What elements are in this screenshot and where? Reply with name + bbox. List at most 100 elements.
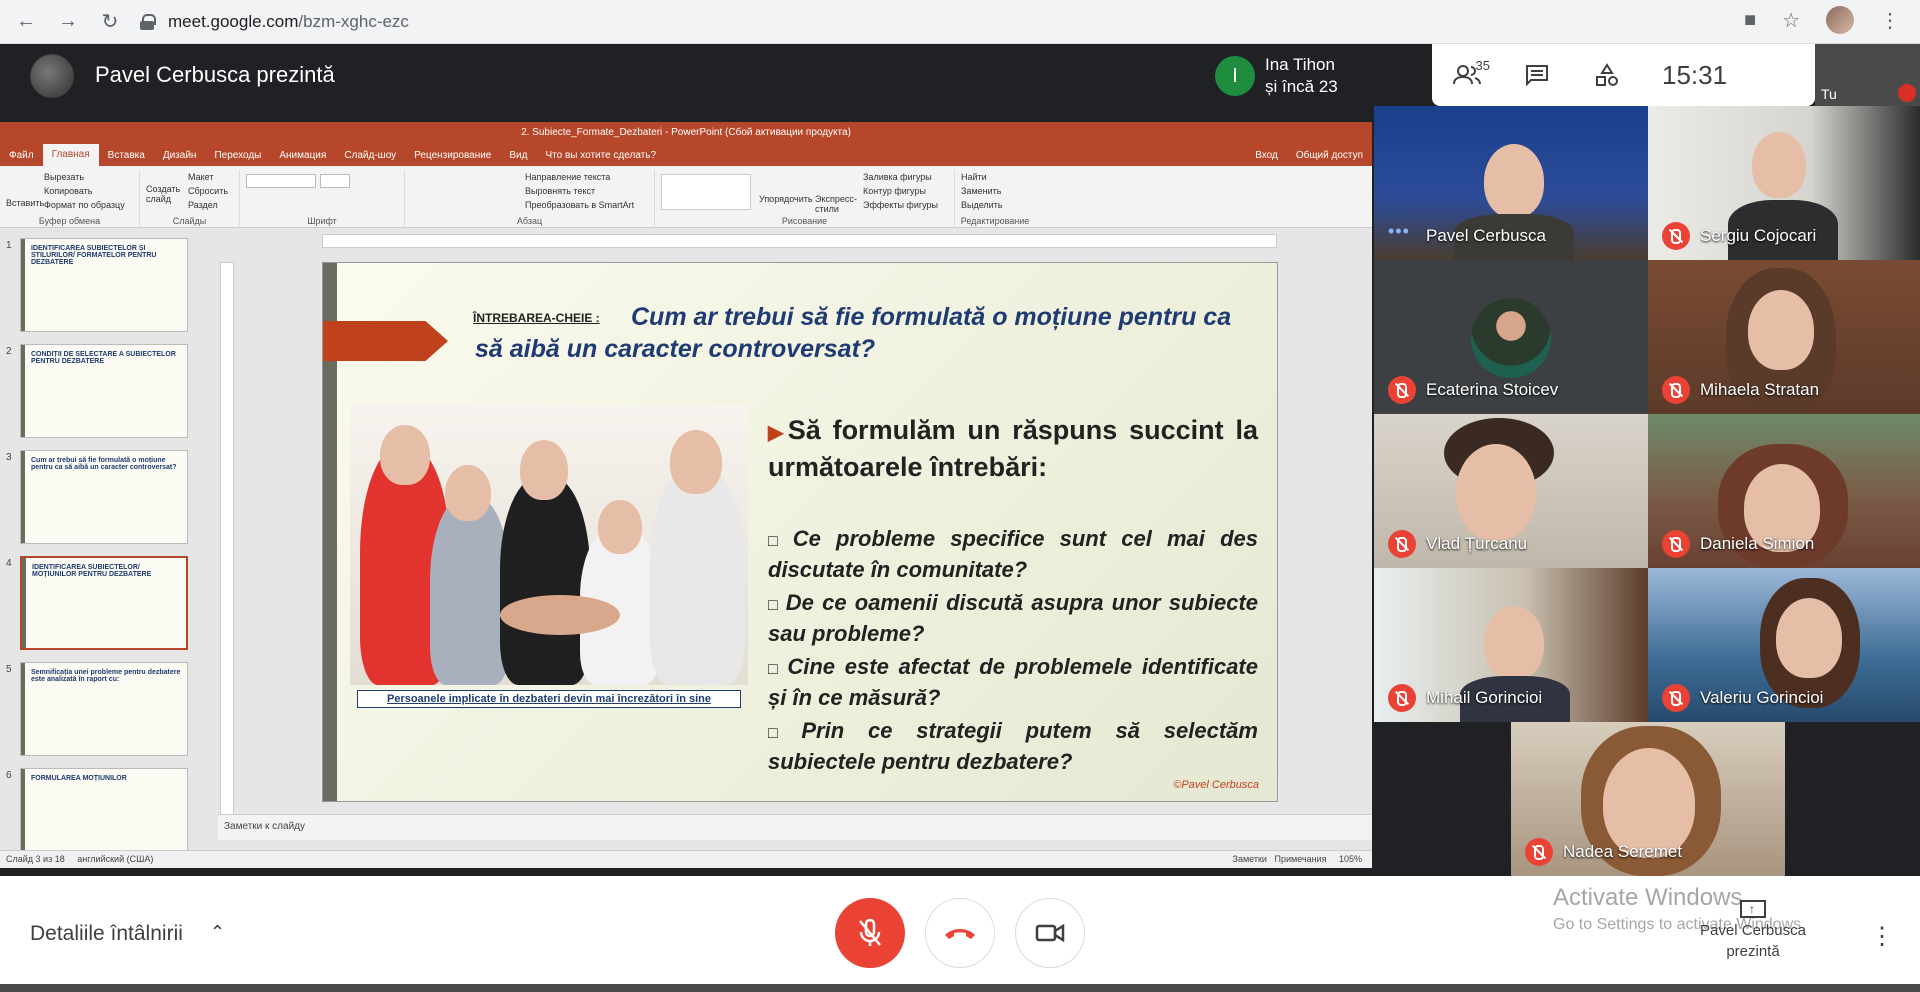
shapes-gallery[interactable] [661,174,751,210]
mic-off-icon [1388,376,1416,404]
thumb-number: 3 [6,452,12,463]
font-name-dropdown[interactable] [246,174,316,188]
ppt-menu-review[interactable]: Рецензирование [405,150,500,161]
mic-off-icon [1662,530,1690,558]
participant-tile[interactable]: Mihail Gorincioi [1374,568,1648,722]
chevron-up-icon[interactable]: ⌃ [210,922,225,943]
reload-icon[interactable]: ↻ [94,6,126,38]
participant-tile[interactable]: Daniela Simion [1648,414,1920,568]
back-icon[interactable]: ← [10,6,42,38]
thumb-title: CONDIȚII DE SELECTARE A SUBIECTELOR PENT… [31,351,176,365]
participant-tile[interactable]: Valeriu Gorincioi [1648,568,1920,722]
participant-name: Pavel Cerbusca [1426,226,1547,245]
participant-name: Ecaterina Stoicev [1426,380,1559,399]
question-item: □ Ce probleme specifice sunt cel mai des … [768,525,1258,584]
comments-toggle[interactable]: Примечания [1274,854,1326,864]
paste-button[interactable]: Вставить [6,198,44,208]
cut-button[interactable]: Вырезать [44,172,84,182]
participant-tile[interactable]: Ecaterina Stoicev [1374,260,1648,414]
quick-styles-button[interactable]: Экспресс-стили [815,194,861,214]
ppt-menu-transitions[interactable]: Переходы [205,150,270,161]
ppt-menu-home[interactable]: Главная [42,144,99,166]
camera-toggle-button[interactable] [1015,898,1085,968]
ppt-menu-design[interactable]: Дизайн [154,150,206,161]
slide-thumbnail-selected[interactable]: IDENTIFICAREA SUBIECTELOR/ MOȚIUNILOR PE… [20,556,188,650]
self-label: Tu [1821,86,1837,102]
section-button[interactable]: Раздел [188,200,218,210]
speaking-indicator-icon: ••• [1388,221,1410,241]
ppt-menu-file[interactable]: Файл [0,150,43,161]
more-options-icon[interactable]: ⋮ [1870,922,1894,951]
notes-toggle[interactable]: Заметки [1233,854,1267,864]
zoom-level[interactable]: 105% [1339,854,1362,864]
camera-indicator-icon[interactable]: ■ [1744,9,1756,32]
text-direction-button[interactable]: Направление текста [525,172,610,182]
windows-taskbar [0,984,1920,992]
arrange-button[interactable]: Упорядочить [759,194,813,204]
find-button[interactable]: Найти [961,172,987,182]
participant-name: Mihaela Stratan [1700,380,1820,399]
profile-avatar[interactable] [1826,6,1854,34]
participant-tile[interactable]: Sergiu Cojocari [1648,106,1920,260]
joined-avatar: I [1215,56,1255,96]
replace-button[interactable]: Заменить [961,186,1001,196]
bookmark-star-icon[interactable]: ☆ [1782,8,1800,33]
slide-thumbnail[interactable]: Semnificația unei probleme pentru dezbat… [20,662,188,756]
align-text-button[interactable]: Выровнять текст [525,186,595,196]
current-slide[interactable]: ÎNTREBAREA-CHEIE : Cum ar trebui să fie … [322,262,1278,802]
language-status[interactable]: английский (США) [77,854,153,864]
ribbon-paragraph: Направление текста Выровнять текст Преоб… [405,170,655,228]
ppt-menu-animation[interactable]: Анимация [270,150,335,161]
smartart-button[interactable]: Преобразовать в SmartArt [525,200,634,210]
copy-button[interactable]: Копировать [44,186,92,196]
slide-arrow-shape [323,321,448,361]
leave-call-button[interactable] [925,898,995,968]
self-video-tile[interactable]: Tu [1815,44,1920,106]
question-text: De ce oamenii discută asupra unor subiec… [768,590,1259,646]
chrome-menu-icon[interactable]: ⋮ [1880,8,1900,33]
participants-count: 35 [1475,58,1490,73]
self-mic-off-icon [1898,84,1916,102]
ppt-menu-insert[interactable]: Вставка [99,150,154,161]
ppt-signin[interactable]: Вход [1246,150,1287,161]
slide-thumbnail[interactable]: CONDIȚII DE SELECTARE A SUBIECTELOR PENT… [20,344,188,438]
question-item: □ Prin ce strategii putem să selectăm sub… [768,717,1258,776]
shape-outline-button[interactable]: Контур фигуры [863,186,926,196]
checkbox-bullet-icon: □ [768,597,780,614]
reset-button[interactable]: Сбросить [188,186,228,196]
ppt-window-title: 2. Subiecte_Formate_Dezbateri - PowerPoi… [0,122,1372,144]
thumb-number: 4 [6,558,12,569]
participant-joined-notice: I Ina Tihon și încă 23 [1215,50,1355,102]
horizontal-ruler [322,234,1277,248]
slide-thumbnail[interactable]: IDENTIFICAREA SUBIECTELOR ȘI STILURILOR/… [20,238,188,332]
slide-thumbnail[interactable]: Cum ar trebui să fie formulată o moțiune… [20,450,188,544]
mic-off-icon [1388,530,1416,558]
shape-effects-button[interactable]: Эффекты фигуры [863,200,938,210]
people-button[interactable]: 35 [1432,44,1502,106]
meeting-details-button[interactable]: Detaliile întâlnirii [30,922,183,946]
shape-fill-button[interactable]: Заливка фигуры [863,172,932,182]
slide-thumbnail[interactable]: FORMULAREA MOȚIUNILOR [20,768,188,852]
participant-tile[interactable]: Nadea Seremet [1511,722,1785,876]
slide-notes-area[interactable]: Заметки к слайду [218,814,1372,840]
layout-button[interactable]: Макет [188,172,213,182]
mic-toggle-button[interactable] [835,898,905,968]
font-size-dropdown[interactable] [320,174,350,188]
ribbon-drawing: Упорядочить Экспресс-стили Заливка фигур… [655,170,955,228]
address-bar[interactable]: meet.google.com/bzm-xghc-ezc [140,6,1780,38]
ppt-share[interactable]: Общий доступ [1287,150,1372,161]
new-slide-button[interactable]: Создать слайд [146,184,180,204]
browser-toolbar: ← → ↻ meet.google.com/bzm-xghc-ezc ■ ☆ ⋮ [0,0,1920,44]
presenting-button[interactable]: ↑ Pavel Cerbusca prezintă [1688,900,1818,962]
forward-icon[interactable]: → [52,6,84,38]
ppt-menu-slideshow[interactable]: Слайд-шоу [335,150,405,161]
ppt-menu-view[interactable]: Вид [500,150,536,161]
chat-button[interactable] [1502,44,1572,106]
participant-tile[interactable]: Mihaela Stratan [1648,260,1920,414]
participant-tile[interactable]: Vlad Țurcanu [1374,414,1648,568]
select-button[interactable]: Выделить [961,200,1003,210]
ppt-tell-me[interactable]: Что вы хотите сделать? [536,150,665,161]
format-painter-button[interactable]: Формат по образцу [44,200,125,210]
activities-button[interactable] [1572,44,1642,106]
participant-tile[interactable]: ••• Pavel Cerbusca [1374,106,1648,260]
